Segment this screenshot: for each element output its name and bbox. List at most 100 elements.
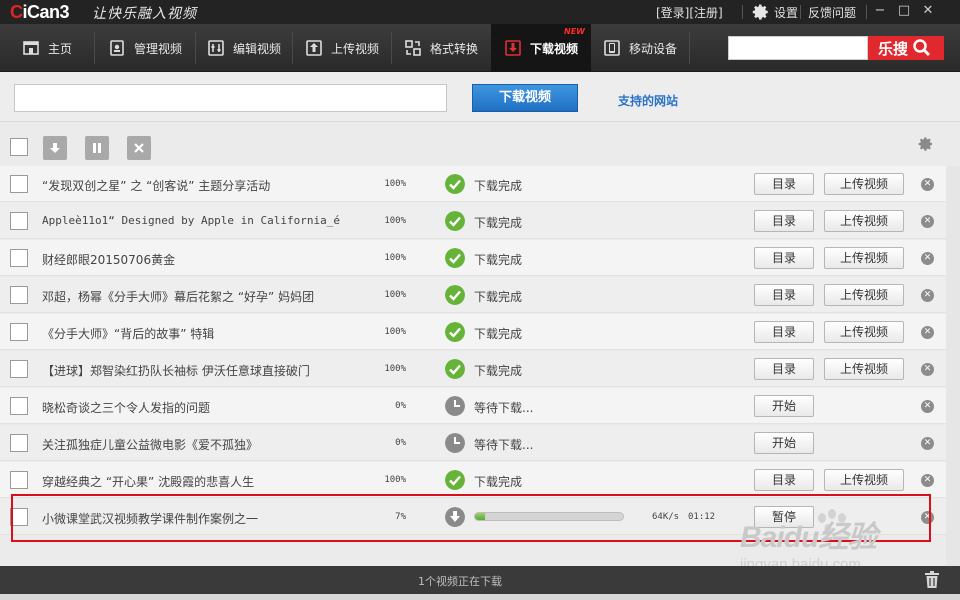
nav-format-convert[interactable]: 格式转换 xyxy=(392,24,490,72)
upload-video-button[interactable]: 上传视频 xyxy=(824,284,904,306)
download-row[interactable]: 关注孤独症儿童公益微电影《爱不孤独》 0% 等待下载... 开始 ✕ xyxy=(0,425,946,461)
delete-row-icon[interactable]: ✕ xyxy=(921,400,934,413)
nav-edit-video[interactable]: 编辑视频 xyxy=(196,24,292,72)
upload-video-button[interactable]: 上传视频 xyxy=(824,210,904,232)
download-row[interactable]: 财经郎眼20150706黄金 100% 下载完成 目录 上传视频 ✕ xyxy=(0,240,946,276)
app-logo: CiCan3 xyxy=(10,2,70,22)
download-status: 下载完成 xyxy=(474,253,523,267)
open-folder-button[interactable]: 目录 xyxy=(754,469,814,491)
download-row[interactable]: 穿越经典之 “开心果” 沈殿霞的悲喜人生 100% 下载完成 目录 上传视频 ✕ xyxy=(0,462,946,498)
gear-icon[interactable] xyxy=(752,3,770,21)
row-checkbox[interactable] xyxy=(10,508,28,526)
download-row[interactable]: 邓超，杨幂《分手大师》幕后花絮之 “好孕” 妈妈团 100% 下载完成 目录 上传视频 ✕ xyxy=(0,277,946,313)
url-bar: 下载视频 支持的网站 xyxy=(0,72,960,122)
download-row[interactable]: 晓松奇谈之三个令人发指的问题 0% 等待下载... 开始 ✕ xyxy=(0,388,946,424)
download-status: 下载完成 xyxy=(474,290,523,304)
start-button[interactable]: 开始 xyxy=(754,432,814,454)
row-checkbox[interactable] xyxy=(10,175,28,193)
download-arrow-icon xyxy=(50,143,60,153)
row-checkbox[interactable] xyxy=(10,434,28,452)
check-icon xyxy=(445,211,465,231)
batch-delete-button[interactable] xyxy=(127,136,151,160)
title-bar: CiCan3 让快乐融入视频 [登录][注册] 设置 反馈问题 − □ ✕ xyxy=(0,0,960,24)
mobile-device-icon xyxy=(604,40,620,56)
download-row[interactable]: 【进球】郑智染红扔队长袖标 伊沃任意球直接破门 100% 下载完成 目录 上传视频 ✕ xyxy=(0,351,946,387)
download-icon xyxy=(505,40,521,56)
watermark-brand: Baidu经验 xyxy=(740,521,877,554)
download-row[interactable]: “发现双创之星” 之 “创客说” 主题分享活动 100% 下载完成 目录 上传视频 ✕ xyxy=(0,166,946,202)
row-checkbox[interactable] xyxy=(10,323,28,341)
minimize-button[interactable]: − xyxy=(870,2,890,20)
delete-row-icon[interactable]: ✕ xyxy=(921,289,934,302)
row-checkbox[interactable] xyxy=(10,360,28,378)
delete-row-icon[interactable]: ✕ xyxy=(921,252,934,265)
progress-percent: 100% xyxy=(384,327,406,337)
download-status: 等待下载... xyxy=(474,438,534,452)
video-title: 《分手大师》“背后的故事” 特辑 xyxy=(42,327,215,341)
open-folder-button[interactable]: 目录 xyxy=(754,284,814,306)
upload-icon xyxy=(306,40,322,56)
delete-row-icon[interactable]: ✕ xyxy=(921,474,934,487)
open-folder-button[interactable]: 目录 xyxy=(754,173,814,195)
nav-home[interactable]: 主页 xyxy=(0,24,94,72)
download-status: 下载完成 xyxy=(474,327,523,341)
settings-link[interactable]: 设置 xyxy=(774,4,798,21)
open-folder-button[interactable]: 目录 xyxy=(754,358,814,380)
feedback-link[interactable]: 反馈问题 xyxy=(808,4,856,21)
nav-manage-video[interactable]: 管理视频 xyxy=(95,24,195,72)
download-status: 下载完成 xyxy=(474,216,523,230)
upload-video-button[interactable]: 上传视频 xyxy=(824,247,904,269)
search-button[interactable]: 乐搜 xyxy=(868,36,944,60)
close-button[interactable]: ✕ xyxy=(918,2,938,20)
open-folder-button[interactable]: 目录 xyxy=(754,210,814,232)
delete-row-icon[interactable]: ✕ xyxy=(921,326,934,339)
download-row[interactable]: Appleè11o1“ Designed by Apple in Califor… xyxy=(0,203,946,239)
delete-row-icon[interactable]: ✕ xyxy=(921,511,934,524)
select-all-checkbox[interactable] xyxy=(10,138,28,156)
supported-sites-link[interactable]: 支持的网站 xyxy=(618,92,678,109)
maximize-button[interactable]: □ xyxy=(894,2,914,20)
batch-download-button[interactable] xyxy=(43,136,67,160)
row-checkbox[interactable] xyxy=(10,212,28,230)
search-input[interactable] xyxy=(728,36,868,60)
row-checkbox[interactable] xyxy=(10,397,28,415)
list-toolbar xyxy=(0,124,960,166)
nav-label: 管理视频 xyxy=(133,41,182,56)
scrollbar-track[interactable] xyxy=(946,166,960,566)
clock-icon xyxy=(445,396,465,416)
register-link[interactable]: [注册] xyxy=(689,6,722,20)
nav-label: 上传视频 xyxy=(330,41,379,56)
nav-mobile-device[interactable]: 移动设备 xyxy=(591,24,689,72)
video-title: 邓超，杨幂《分手大师》幕后花絮之 “好孕” 妈妈团 xyxy=(42,290,315,304)
upload-video-button[interactable]: 上传视频 xyxy=(824,358,904,380)
home-icon xyxy=(23,41,39,55)
download-row[interactable]: 《分手大师》“背后的故事” 特辑 100% 下载完成 目录 上传视频 ✕ xyxy=(0,314,946,350)
status-bar: 1个视频正在下载 xyxy=(0,566,960,594)
pause-icon xyxy=(93,143,101,153)
row-checkbox[interactable] xyxy=(10,249,28,267)
video-title: 【进球】郑智染红扔队长袖标 伊沃任意球直接破门 xyxy=(42,364,310,378)
upload-video-button[interactable]: 上传视频 xyxy=(824,173,904,195)
nav-upload-video[interactable]: 上传视频 xyxy=(293,24,391,72)
start-button[interactable]: 开始 xyxy=(754,395,814,417)
progress-fill xyxy=(475,513,486,520)
delete-row-icon[interactable]: ✕ xyxy=(921,363,934,376)
gear-icon[interactable] xyxy=(918,136,934,152)
delete-row-icon[interactable]: ✕ xyxy=(921,437,934,450)
batch-pause-button[interactable] xyxy=(85,136,109,160)
progress-percent: 100% xyxy=(384,475,406,485)
open-folder-button[interactable]: 目录 xyxy=(754,247,814,269)
video-url-input[interactable] xyxy=(14,84,447,112)
upload-video-button[interactable]: 上传视频 xyxy=(824,469,904,491)
open-folder-button[interactable]: 目录 xyxy=(754,321,814,343)
title-separator xyxy=(742,5,743,19)
trash-icon[interactable] xyxy=(924,571,940,589)
row-checkbox[interactable] xyxy=(10,471,28,489)
row-checkbox[interactable] xyxy=(10,286,28,304)
download-video-button[interactable]: 下载视频 xyxy=(472,84,578,112)
upload-video-button[interactable]: 上传视频 xyxy=(824,321,904,343)
nav-label: 格式转换 xyxy=(429,41,478,56)
delete-row-icon[interactable]: ✕ xyxy=(921,178,934,191)
login-link[interactable]: [登录] xyxy=(656,6,689,20)
delete-row-icon[interactable]: ✕ xyxy=(921,215,934,228)
